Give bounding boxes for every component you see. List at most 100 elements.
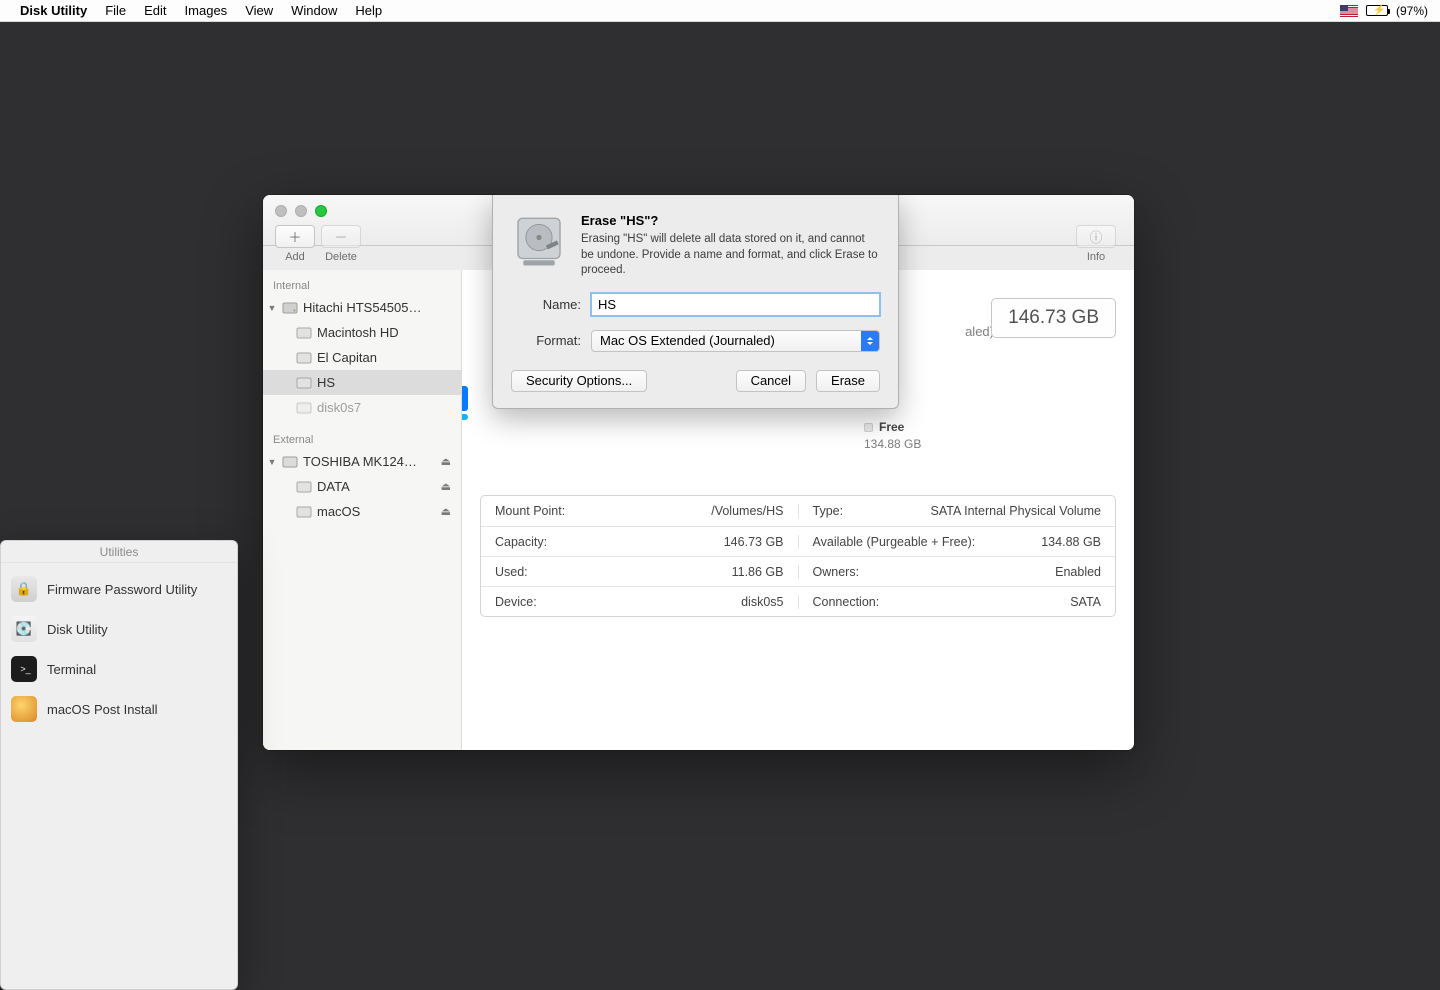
app-menu[interactable]: Disk Utility	[20, 3, 87, 18]
sidebar-vol-macintoshhd[interactable]: Macintosh HD	[263, 320, 461, 345]
volume-icon	[295, 374, 313, 392]
battery-readout: (97%)	[1396, 4, 1428, 18]
disk-utility-window: Disk Utility ＋Add －Delete ✎ ◔ ⌫ ↺ ⏏ Firs…	[263, 195, 1134, 750]
detail-key: Available (Purgeable + Free):	[813, 535, 976, 549]
legend-swatch-icon	[864, 423, 873, 432]
sidebar-disk-label: Hitachi HTS54505…	[303, 300, 453, 315]
chevron-updown-icon	[861, 331, 879, 351]
sidebar-header-internal: Internal	[263, 276, 461, 295]
detail-val: 134.88 GB	[1041, 535, 1101, 549]
palette-item-terminal[interactable]: >_ Terminal	[1, 649, 237, 689]
input-source-flag-icon[interactable]	[1340, 5, 1358, 17]
sidebar-disk-internal[interactable]: ▼ Hitachi HTS54505…	[263, 295, 461, 320]
palette-item-label: Disk Utility	[47, 622, 108, 637]
disclosure-icon[interactable]: ▼	[267, 457, 277, 467]
cancel-button[interactable]: Cancel	[736, 370, 806, 392]
detail-key: Type:	[813, 504, 844, 518]
palette-item-postinstall[interactable]: macOS Post Install	[1, 689, 237, 729]
usage-bar-segment	[462, 386, 468, 420]
menu-file[interactable]: File	[105, 3, 126, 18]
palette-item-firmware[interactable]: 🔒 Firmware Password Utility	[1, 569, 237, 609]
detail-key: Capacity:	[495, 535, 547, 549]
eject-icon[interactable]: ⏏	[439, 455, 453, 468]
battery-icon[interactable]: ⚡	[1366, 5, 1388, 16]
free-value: 134.88 GB	[864, 437, 1114, 451]
detail-key: Used:	[495, 565, 528, 579]
detail-val: SATA Internal Physical Volume	[931, 504, 1101, 518]
menu-view[interactable]: View	[245, 3, 273, 18]
volume-type-partial: aled)	[965, 324, 994, 339]
menubar: Disk Utility File Edit Images View Windo…	[0, 0, 1440, 22]
volume-icon	[295, 478, 313, 496]
external-drive-icon	[281, 453, 299, 471]
menu-window[interactable]: Window	[291, 3, 337, 18]
detail-val: 146.73 GB	[724, 535, 784, 549]
eject-icon[interactable]: ⏏	[439, 480, 453, 493]
detail-val: 11.86 GB	[732, 565, 784, 579]
sidebar-vol-label: HS	[317, 375, 453, 390]
detail-val: disk0s5	[741, 595, 783, 609]
harddrive-icon	[281, 299, 299, 317]
postinstall-icon	[11, 696, 37, 722]
sidebar-vol-label: DATA	[317, 479, 435, 494]
format-select[interactable]: Mac OS Extended (Journaled)	[591, 330, 880, 352]
palette-item-label: macOS Post Install	[47, 702, 158, 717]
menu-images[interactable]: Images	[185, 3, 228, 18]
erase-confirm-button[interactable]: Erase	[816, 370, 880, 392]
detail-val: SATA	[1070, 595, 1101, 609]
palette-item-diskutility[interactable]: 💽 Disk Utility	[1, 609, 237, 649]
detail-val: Enabled	[1055, 565, 1101, 579]
erase-dialog: Erase "HS"? Erasing "HS" will delete all…	[492, 195, 899, 409]
detail-key: Owners:	[813, 565, 860, 579]
info-label: Info	[1087, 251, 1105, 263]
utilities-palette: Utilities 🔒 Firmware Password Utility 💽 Di…	[0, 540, 238, 990]
name-label: Name:	[511, 297, 581, 312]
sidebar-vol-macos[interactable]: macOS ⏏	[263, 499, 461, 524]
palette-title: Utilities	[1, 541, 237, 563]
menu-help[interactable]: Help	[355, 3, 382, 18]
volume-icon	[295, 503, 313, 521]
volume-icon	[295, 349, 313, 367]
format-value: Mac OS Extended (Journaled)	[600, 333, 775, 348]
free-label: Free	[879, 420, 904, 434]
volume-icon	[295, 399, 313, 417]
dialog-title: Erase "HS"?	[581, 213, 880, 228]
harddrive-large-icon	[511, 213, 567, 269]
delete-volume-button[interactable]: －	[321, 225, 361, 248]
detail-val: /Volumes/HS	[711, 504, 783, 518]
sidebar-vol-label: disk0s7	[317, 400, 453, 415]
detail-key: Mount Point:	[495, 504, 565, 518]
sidebar-disk-external[interactable]: ▼ TOSHIBA MK124… ⏏	[263, 449, 461, 474]
sidebar-header-external: External	[263, 430, 461, 449]
add-label: Add	[285, 251, 305, 263]
palette-item-label: Firmware Password Utility	[47, 582, 197, 597]
sidebar-vol-label: Macintosh HD	[317, 325, 453, 340]
info-button[interactable]: ⓘ	[1076, 225, 1116, 248]
sidebar-vol-data[interactable]: DATA ⏏	[263, 474, 461, 499]
add-volume-button[interactable]: ＋	[275, 225, 315, 248]
delete-label: Delete	[325, 251, 357, 263]
sidebar-vol-elcapitan[interactable]: El Capitan	[263, 345, 461, 370]
terminal-icon: >_	[11, 656, 37, 682]
capacity-badge: 146.73 GB	[991, 298, 1116, 338]
sidebar-disk-label: TOSHIBA MK124…	[303, 454, 435, 469]
security-options-button[interactable]: Security Options...	[511, 370, 647, 392]
lock-icon: 🔒	[11, 576, 37, 602]
sidebar-vol-hs[interactable]: HS	[263, 370, 461, 395]
sidebar: Internal ▼ Hitachi HTS54505… Macintosh H…	[263, 270, 462, 750]
dialog-body: Erasing "HS" will delete all data stored…	[581, 232, 880, 279]
diskutility-icon: 💽	[11, 616, 37, 642]
sidebar-vol-label: macOS	[317, 504, 435, 519]
menu-edit[interactable]: Edit	[144, 3, 166, 18]
volume-icon	[295, 324, 313, 342]
eject-icon[interactable]: ⏏	[439, 505, 453, 518]
sidebar-vol-label: El Capitan	[317, 350, 453, 365]
palette-item-label: Terminal	[47, 662, 96, 677]
detail-key: Connection:	[813, 595, 880, 609]
details-table: Mount Point: /Volumes/HS Type: SATA Interna…	[480, 495, 1116, 617]
name-input[interactable]	[591, 293, 880, 316]
sidebar-vol-disk0s7[interactable]: disk0s7	[263, 395, 461, 420]
disclosure-icon[interactable]: ▼	[267, 303, 277, 313]
detail-key: Device:	[495, 595, 537, 609]
format-label: Format:	[511, 333, 581, 348]
